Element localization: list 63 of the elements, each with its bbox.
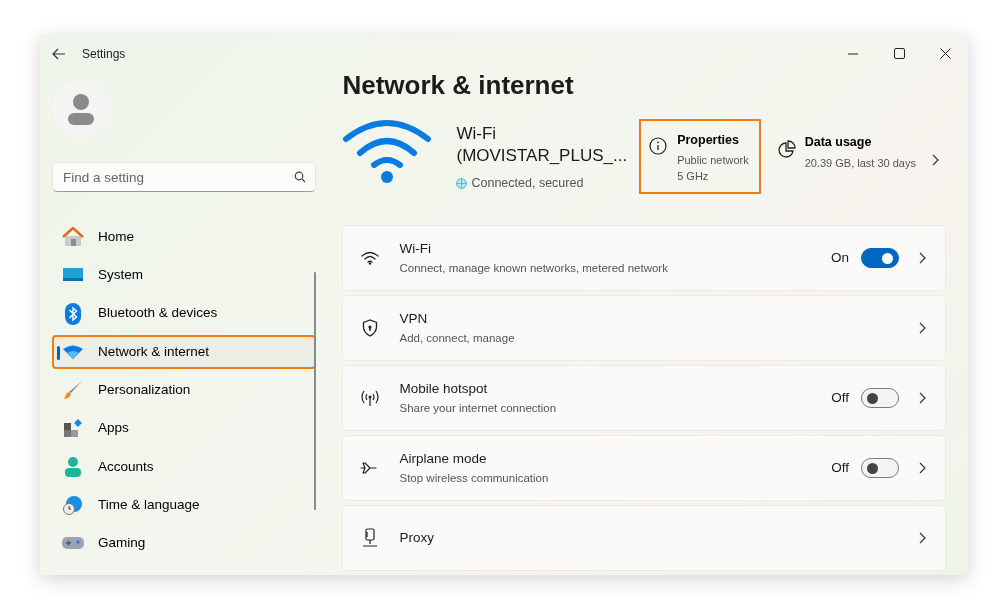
wifi-icon — [342, 119, 433, 183]
back-arrow-icon[interactable] — [52, 47, 66, 60]
connection-name: Wi-Fi — [456, 123, 498, 145]
setting-title: Mobile hotspot — [399, 380, 489, 399]
chevron-icon — [917, 391, 927, 405]
home-icon — [62, 227, 84, 247]
antenna-icon — [359, 389, 382, 407]
settings-row[interactable]: Mobile hotspot Share your internet connection Off — [342, 365, 946, 431]
properties-detail: Public network — [677, 152, 749, 168]
toggle-switch[interactable] — [861, 388, 899, 408]
search-field[interactable]: Find a setting — [52, 162, 317, 192]
settings-row[interactable]: Wi-Fi Connect, manage known networks, metered network On — [342, 225, 946, 291]
close-icon — [939, 48, 951, 59]
maximize-icon — [893, 48, 905, 59]
toggle-state-label: On — [831, 248, 849, 267]
chevron-icon — [917, 461, 927, 475]
globe-clock-icon — [62, 495, 84, 516]
person-icon — [62, 456, 84, 477]
chevron-icon — [917, 251, 927, 265]
setting-description: Stop wireless communication — [399, 470, 550, 486]
page-title: Network & internet — [342, 69, 575, 102]
properties-button[interactable]: Properties Public network 5 GHz — [639, 119, 761, 194]
apps-icon — [62, 418, 84, 439]
gamepad-icon — [62, 536, 84, 551]
data-usage-title: Data usage — [804, 134, 873, 151]
setting-title: Wi-Fi — [399, 240, 432, 259]
setting-description: Share your internet connection — [399, 400, 558, 416]
connection-status: Connected, secured — [471, 174, 584, 192]
toggle-switch[interactable] — [861, 248, 899, 268]
setting-title: VPN — [399, 310, 429, 329]
bluetooth-icon — [62, 302, 84, 325]
search-icon — [294, 171, 307, 183]
setting-description: Connect, manage known networks, metered network — [399, 260, 669, 276]
toggle-switch[interactable] — [861, 458, 899, 478]
setting-description: Add, connect, manage — [399, 330, 516, 346]
chevron-icon — [917, 321, 927, 335]
toggle-state-label: Off — [831, 458, 849, 477]
data-usage-button[interactable]: Data usage 20.39 GB, last 30 days — [770, 123, 946, 173]
chevron-icon — [917, 531, 927, 545]
info-icon — [649, 137, 668, 155]
minimize-icon — [848, 52, 858, 55]
wifi-icon — [62, 344, 84, 359]
setting-title: Proxy — [399, 528, 435, 547]
sidebar-item[interactable]: Accounts — [52, 449, 316, 484]
monitor-icon — [62, 267, 84, 284]
paintbrush-icon — [62, 380, 84, 401]
sidebar-item[interactable]: Apps — [52, 411, 316, 446]
settings-row[interactable]: Proxy — [342, 505, 946, 571]
data-usage-detail: 20.39 GB, last 30 days — [804, 155, 916, 171]
sidebar-item[interactable]: Network & internet — [52, 334, 316, 369]
sidebar-item[interactable]: Personalization — [52, 373, 316, 408]
pie-chart-icon — [776, 137, 797, 161]
settings-row[interactable]: Airplane mode Stop wireless communication Off — [342, 435, 946, 501]
toggle-state-label: Off — [831, 388, 849, 407]
setting-title: Airplane mode — [399, 450, 488, 469]
sidebar-item[interactable]: Home — [52, 220, 316, 254]
settings-row[interactable]: VPN Add, connect, manage — [342, 295, 946, 361]
properties-detail: 5 GHz — [677, 168, 710, 184]
sidebar-item[interactable]: Gaming — [52, 526, 316, 561]
properties-title: Properties — [677, 132, 740, 149]
network-ssid: (MOVISTAR_PLUS_... — [456, 145, 628, 167]
scrollbar[interactable] — [314, 272, 317, 510]
window-title: Settings — [82, 45, 126, 63]
